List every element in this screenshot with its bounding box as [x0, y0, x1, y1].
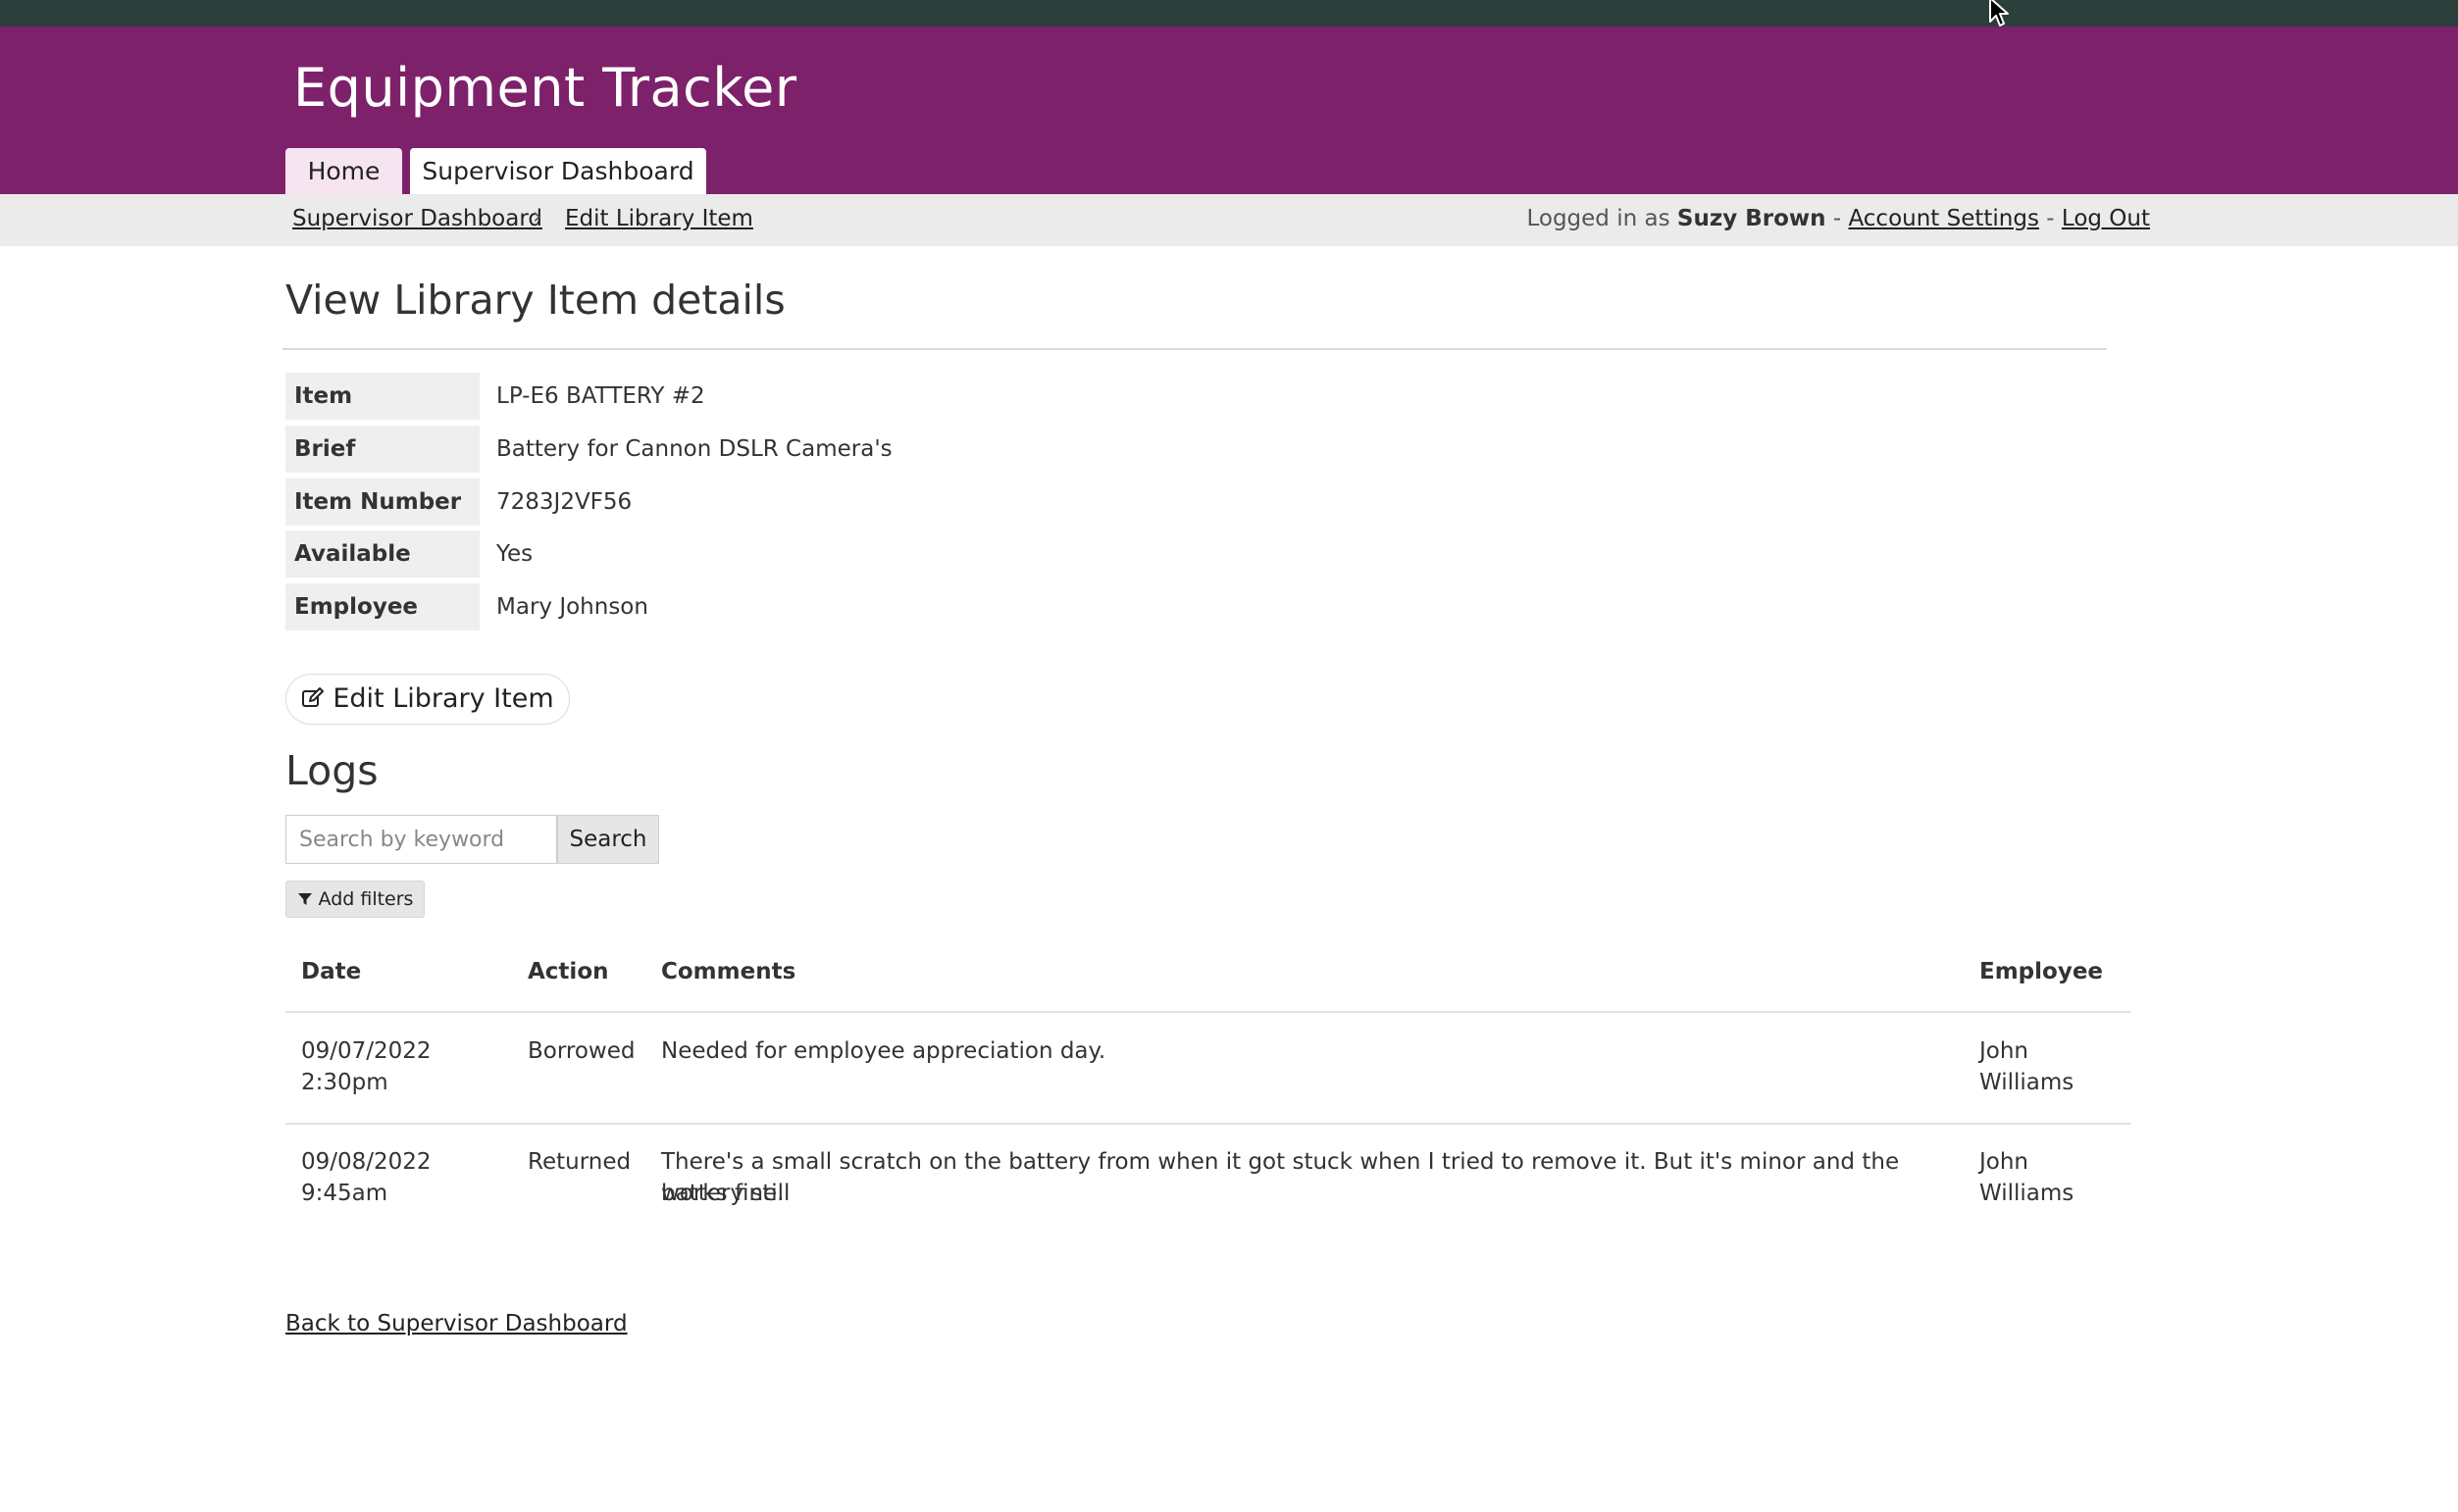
row-divider: [285, 1123, 2131, 1125]
detail-label-employee: Employee: [285, 583, 480, 630]
header-divider: [285, 1011, 2131, 1013]
detail-label-item: Item: [285, 373, 480, 420]
account-settings-link[interactable]: Account Settings: [1848, 206, 2039, 231]
column-header-comments[interactable]: Comments: [661, 959, 795, 984]
log-action: Returned: [528, 1149, 632, 1175]
column-header-employee[interactable]: Employee: [1979, 959, 2103, 984]
log-employee-last: Williams: [1979, 1070, 2074, 1095]
page-title: View Library Item details: [285, 277, 786, 324]
column-header-date[interactable]: Date: [301, 959, 361, 984]
detail-label-item-number: Item Number: [285, 479, 480, 526]
edit-icon: [302, 687, 325, 707]
log-date: 09/08/2022: [301, 1149, 432, 1175]
detail-value-description: Battery for Cannon DSLR Camera's: [496, 436, 893, 462]
add-filters-button[interactable]: Add filters: [285, 881, 425, 918]
tab-home[interactable]: Home: [285, 148, 402, 194]
detail-value-item-number: 7283J2VF56: [496, 489, 633, 515]
filter-icon: [297, 893, 312, 905]
tab-supervisor-dashboard[interactable]: Supervisor Dashboard: [410, 148, 706, 194]
detail-value-item: LP-E6 BATTERY #2: [496, 383, 705, 409]
log-time: 9:45am: [301, 1181, 388, 1206]
search-button[interactable]: Search: [557, 815, 659, 864]
log-action: Borrowed: [528, 1038, 636, 1064]
add-filters-label: Add filters: [318, 888, 414, 910]
mouse-cursor-icon: [1989, 0, 2009, 26]
app-title: Equipment Tracker: [293, 57, 797, 119]
breadcrumb-supervisor-dashboard[interactable]: Supervisor Dashboard: [292, 206, 542, 231]
log-employee-last: Williams: [1979, 1181, 2074, 1206]
detail-value-available: Yes: [496, 541, 534, 567]
separator: -: [2046, 206, 2055, 231]
edit-library-item-button[interactable]: Edit Library Item: [285, 674, 570, 725]
log-comment: There's a small scratch on the battery f…: [661, 1149, 1900, 1206]
chevron-right-icon: ›: [533, 204, 542, 229]
divider: [282, 348, 2107, 350]
log-date: 09/07/2022: [301, 1038, 432, 1064]
detail-label-available: Available: [285, 530, 480, 578]
column-header-action[interactable]: Action: [528, 959, 609, 984]
detail-label-description: Brief Description: [285, 426, 480, 509]
log-time: 2:30pm: [301, 1070, 388, 1095]
login-info: Logged in as Suzy Brown - Account Settin…: [1526, 206, 2150, 231]
log-comment: Needed for employee appreciation day.: [661, 1038, 1106, 1064]
log-employee-first: John: [1979, 1149, 2029, 1175]
log-out-link[interactable]: Log Out: [2062, 206, 2150, 231]
browser-top-strip: [0, 0, 2458, 26]
logs-heading: Logs: [285, 747, 379, 794]
breadcrumb-edit-library-item[interactable]: Edit Library Item: [565, 206, 753, 231]
detail-value-employee: Mary Johnson: [496, 594, 648, 620]
logged-in-label: Logged in as: [1526, 206, 1670, 231]
log-employee-first: John: [1979, 1038, 2029, 1064]
separator: -: [1832, 206, 1842, 231]
search-input[interactable]: [285, 815, 557, 864]
user-name: Suzy Brown: [1676, 206, 1826, 231]
back-to-dashboard-link[interactable]: Back to Supervisor Dashboard: [285, 1311, 628, 1336]
edit-button-label: Edit Library Item: [333, 683, 554, 714]
log-comment-continued: works fine.: [661, 1181, 785, 1206]
